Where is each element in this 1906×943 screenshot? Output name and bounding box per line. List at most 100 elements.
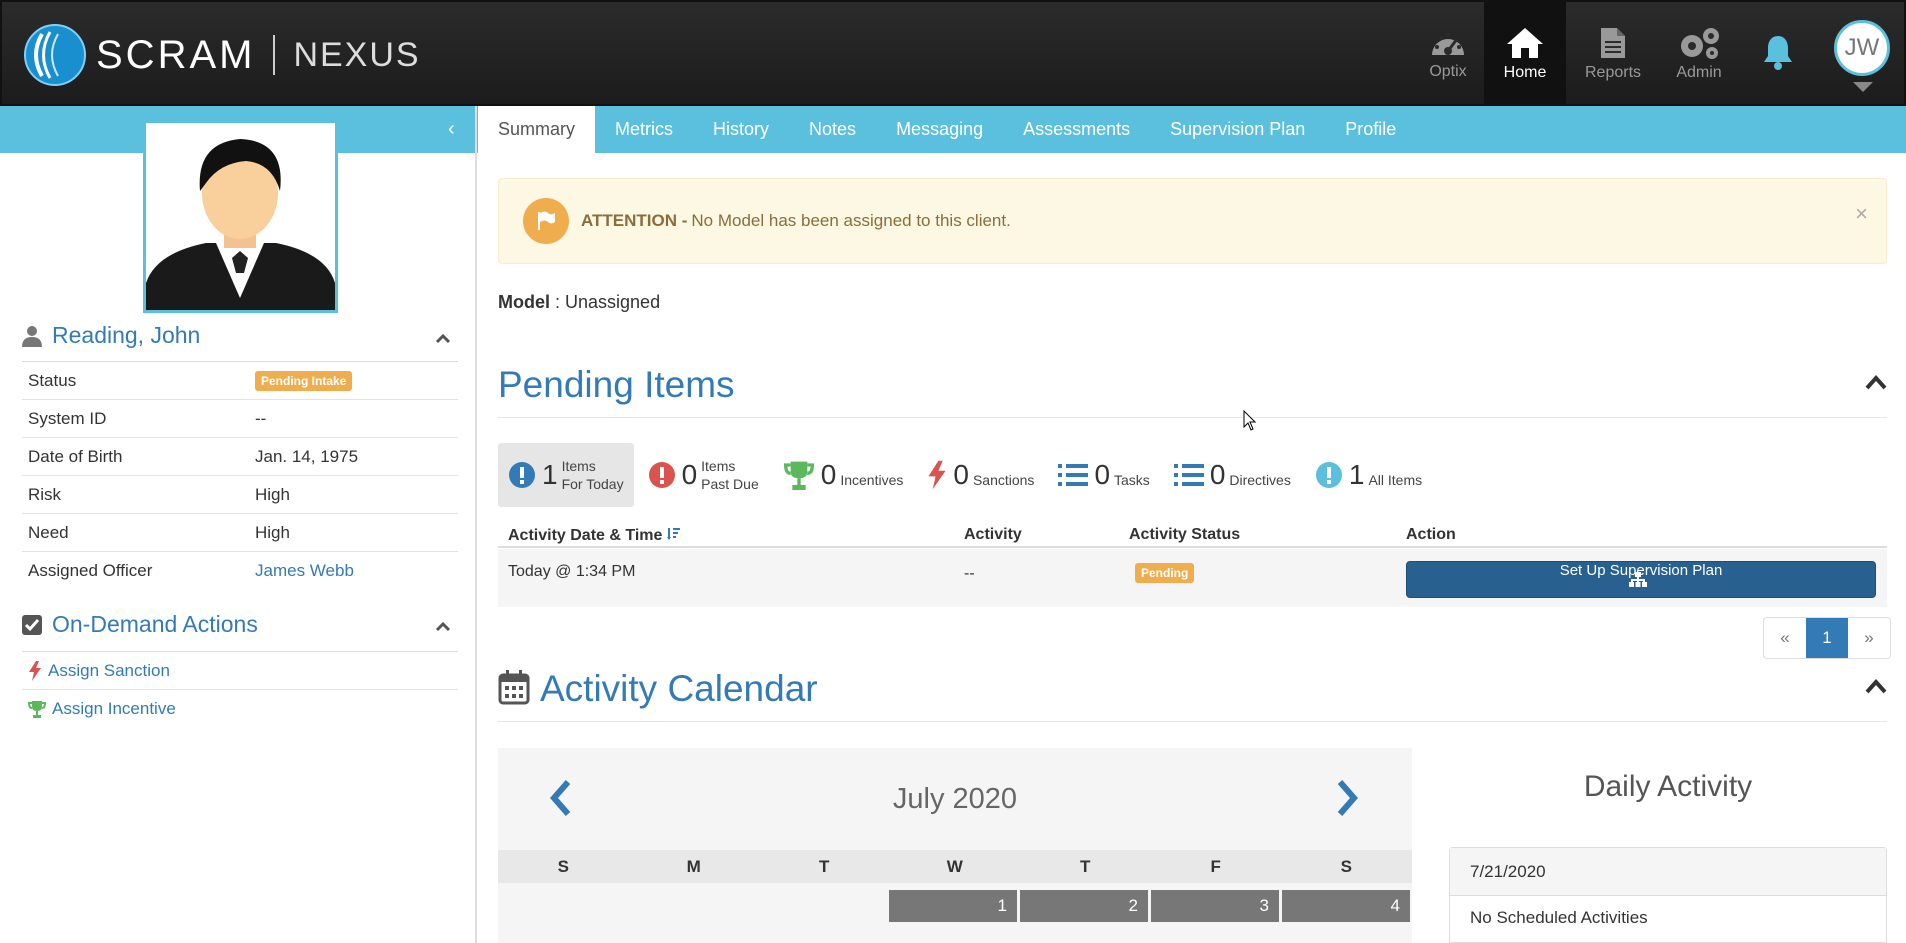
col-label: Activity Date & Time: [508, 527, 663, 544]
assigned-officer-link[interactable]: James Webb: [255, 561, 354, 581]
nav-optix[interactable]: Optix: [1412, 2, 1484, 106]
divider: [498, 417, 1887, 418]
pager-next[interactable]: »: [1848, 618, 1890, 658]
info-row-officer: Assigned Officer James Webb: [22, 552, 458, 590]
counter-label: Tasks: [1114, 472, 1150, 488]
info-row-status: Status Pending Intake: [22, 362, 458, 400]
calendar-day[interactable]: 3: [1151, 890, 1279, 922]
info-row-risk: Risk High: [22, 476, 458, 514]
nav-admin-label: Admin: [1676, 64, 1722, 81]
lightning-icon: [29, 660, 41, 681]
user-avatar[interactable]: JW: [1834, 20, 1890, 76]
top-navbar: SCRAM NEXUS Optix Home Reports Admin JW: [0, 0, 1906, 106]
counter-directives[interactable]: 0 Directives: [1164, 443, 1301, 507]
weekday: S: [1340, 857, 1352, 876]
mouse-cursor-icon: [1243, 410, 1257, 431]
counter-value: 0: [681, 459, 698, 490]
counter-items-today[interactable]: 1 Items For Today: [498, 443, 634, 507]
counter-value: 0: [1209, 459, 1226, 490]
home-icon: [1507, 28, 1543, 58]
daily-activity-empty: No Scheduled Activities: [1470, 908, 1648, 927]
col-activity-status: Activity Status: [1129, 526, 1241, 543]
nav-admin[interactable]: Admin: [1666, 2, 1732, 106]
notifications-button[interactable]: [1758, 2, 1798, 106]
counter-tasks[interactable]: 0 Tasks: [1048, 443, 1159, 507]
counter-label: All Items: [1368, 472, 1423, 488]
tab-summary[interactable]: Summary: [478, 106, 596, 153]
alert-title: ATTENTION -: [581, 211, 688, 230]
collapse-on-demand-icon[interactable]: [435, 618, 451, 634]
assign-sanction-link[interactable]: Assign Sanction: [22, 652, 458, 690]
calendar-day[interactable]: 4: [1282, 890, 1410, 922]
calendar-day[interactable]: 1: [889, 890, 1017, 922]
info-label: Need: [28, 522, 69, 542]
on-demand-actions-list: Assign Sanction Assign Incentive: [22, 652, 458, 728]
info-value: --: [255, 408, 267, 428]
calendar-day[interactable]: 2: [1020, 890, 1148, 922]
counter-label: Sanctions: [972, 472, 1035, 488]
tab-metrics[interactable]: Metrics: [595, 106, 693, 153]
info-label: Assigned Officer: [28, 561, 153, 580]
counter-label: Items: [561, 458, 596, 474]
client-info-table: Status Pending Intake System ID -- Date …: [22, 362, 458, 590]
client-name: Reading, John: [52, 322, 201, 348]
counter-label: Past Due: [701, 476, 759, 492]
col-activity-date[interactable]: Activity Date & Time: [508, 526, 681, 545]
counter-value: 0: [820, 459, 837, 490]
counter-incentives[interactable]: 0 Incentives: [773, 443, 914, 507]
nav-home[interactable]: Home: [1484, 2, 1566, 106]
pager-page-1[interactable]: 1: [1806, 618, 1848, 658]
counter-all-items[interactable]: 1 All Items: [1305, 443, 1432, 507]
lightning-icon: [928, 460, 946, 490]
calendar-next-icon[interactable]: [1334, 778, 1360, 818]
counter-sanctions[interactable]: 0 Sanctions: [917, 443, 1044, 507]
nav-reports-label: Reports: [1584, 64, 1642, 81]
exclamation-circle-icon: [648, 462, 675, 488]
counter-value: 0: [1094, 459, 1111, 490]
collapse-client-info-icon[interactable]: [435, 330, 451, 346]
collapse-pending-icon[interactable]: [1864, 372, 1888, 392]
trophy-icon: [28, 701, 46, 718]
activity-calendar-title: Activity Calendar: [540, 668, 818, 709]
assign-incentive-link[interactable]: Assign Incentive: [22, 690, 458, 728]
counter-items-past-due[interactable]: 0 Items Past Due: [638, 443, 769, 507]
tab-messaging[interactable]: Messaging: [876, 106, 1003, 153]
collapse-sidebar-icon[interactable]: ‹: [448, 118, 455, 141]
nav-reports[interactable]: Reports: [1580, 2, 1646, 106]
set-up-supervision-plan-button[interactable]: Set Up Supervision Plan: [1406, 561, 1876, 598]
divider: [498, 721, 1887, 722]
chevron-down-icon[interactable]: [1853, 82, 1873, 92]
scram-nexus-logo[interactable]: SCRAM NEXUS: [22, 22, 421, 88]
on-demand-title: On-Demand Actions: [52, 611, 258, 637]
calendar: July 2020 S M T W T F S 1 2 3 4: [498, 748, 1412, 943]
info-row-dob: Date of Birth Jan. 14, 1975: [22, 438, 458, 476]
nav-optix-label: Optix: [1429, 63, 1467, 80]
person-avatar-icon: [146, 123, 335, 310]
cell-datetime: Today @ 1:34 PM: [508, 563, 636, 580]
assign-sanction-label: Assign Sanction: [48, 660, 170, 680]
tab-assessments[interactable]: Assessments: [1003, 106, 1150, 153]
tab-supervision-plan[interactable]: Supervision Plan: [1150, 106, 1325, 153]
pending-items-title: Pending Items: [498, 364, 735, 405]
alert-close-button[interactable]: ×: [1855, 201, 1868, 227]
assign-incentive-label: Assign Incentive: [52, 699, 176, 718]
pager-prev[interactable]: «: [1764, 618, 1806, 658]
collapse-calendar-icon[interactable]: [1864, 676, 1888, 696]
info-label: Status: [28, 370, 77, 390]
model-separator: :: [550, 292, 566, 312]
alert-message: No Model has been assigned to this clien…: [691, 211, 1011, 230]
sort-icon: [666, 528, 680, 540]
button-label: Set Up Supervision Plan: [1559, 562, 1723, 579]
counter-label: Incentives: [840, 472, 904, 488]
tab-history[interactable]: History: [693, 106, 789, 153]
weekday: F: [1210, 857, 1221, 876]
calendar-week-1: 1 2 3 4: [498, 890, 1412, 922]
sidebar-divider: [475, 106, 477, 943]
tab-profile[interactable]: Profile: [1325, 106, 1416, 153]
weekday: M: [686, 857, 701, 876]
tab-notes[interactable]: Notes: [789, 106, 876, 153]
col-activity: Activity: [964, 526, 1022, 543]
exclamation-circle-icon: [509, 462, 535, 488]
client-photo[interactable]: [143, 120, 338, 313]
status-badge: Pending: [1135, 563, 1195, 583]
